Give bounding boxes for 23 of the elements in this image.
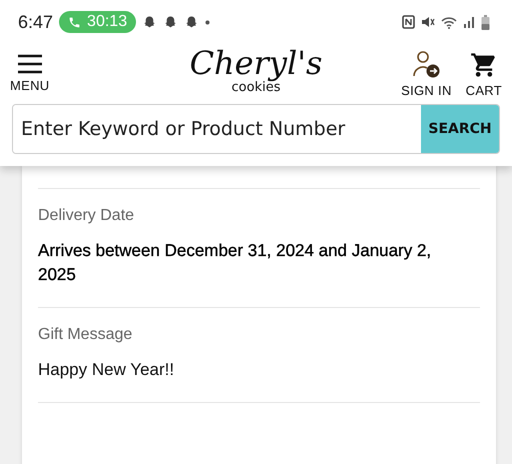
ghost-icon (163, 14, 178, 30)
menu-icon (16, 54, 43, 74)
ghost-icon (142, 14, 158, 30)
search-button[interactable]: SEARCH (421, 105, 499, 153)
section-value: Arrives between December 31, 2024 and January 2, 2025 (38, 240, 432, 286)
sign-in-button[interactable]: SIGN IN (401, 48, 452, 98)
phone-icon (68, 16, 82, 28)
ghost-icon (184, 14, 200, 30)
user-arrow-icon (411, 48, 442, 78)
battery-icon (481, 14, 490, 30)
nfc-icon (402, 15, 415, 29)
menu-button[interactable]: MENU (10, 54, 50, 92)
cart-button[interactable]: CART (466, 50, 502, 98)
mute-icon (421, 15, 435, 29)
dot-icon (205, 20, 210, 24)
search-field[interactable]: Enter Keyword or Product Number SEARCH (12, 104, 500, 154)
section-label: Gift Message (38, 326, 134, 344)
logo[interactable]: Cheryl's cookies (176, 40, 336, 98)
wifi-icon (441, 16, 457, 28)
signal-icon (463, 16, 475, 28)
section-value: Happy New Year!! (38, 359, 176, 381)
clock-time: 6:47 (18, 12, 54, 32)
section-label: Delivery Date (38, 207, 136, 225)
